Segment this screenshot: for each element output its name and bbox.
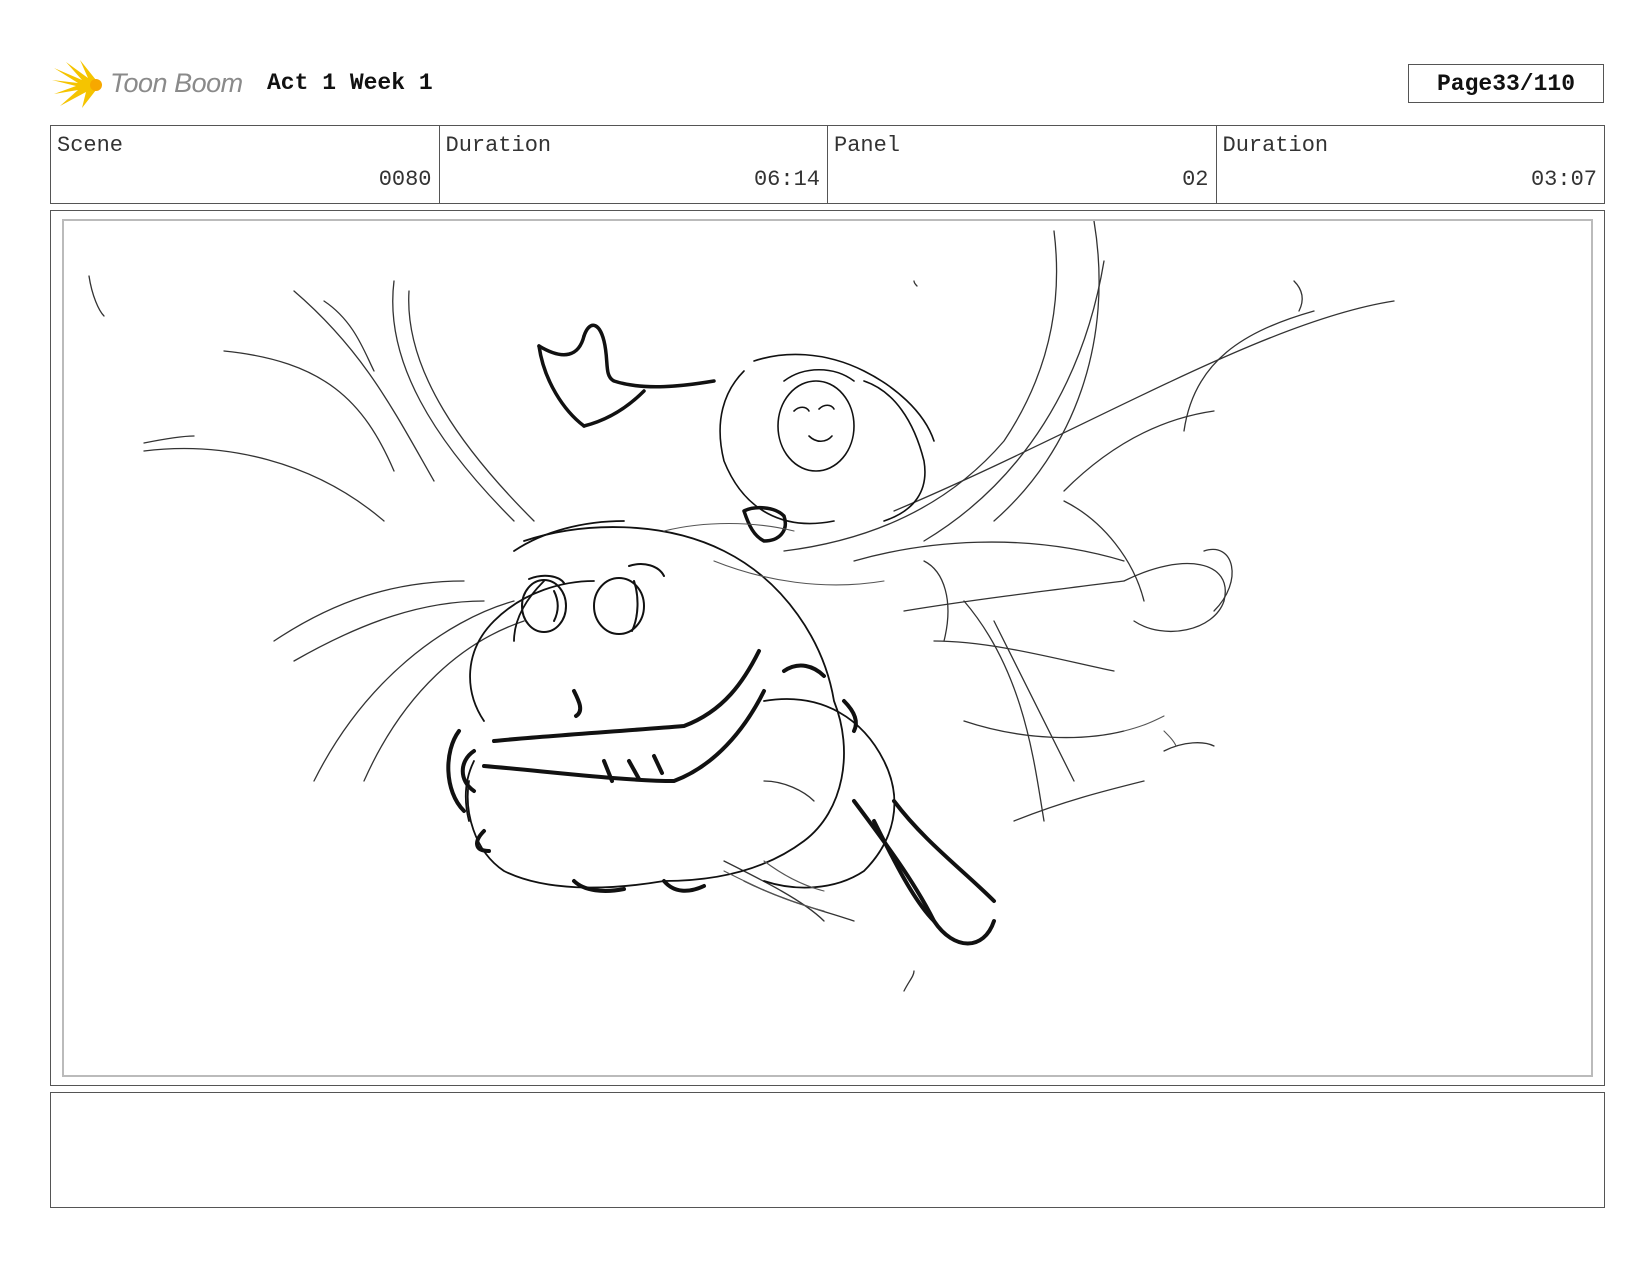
panel-notes bbox=[50, 1092, 1605, 1208]
dragon-rider-sketch bbox=[88, 221, 1395, 992]
burst-icon bbox=[52, 60, 102, 108]
page-number: 33/110 bbox=[1492, 70, 1576, 97]
panel-duration-label: Duration bbox=[1222, 133, 1329, 158]
project-title: Act 1 Week 1 bbox=[267, 70, 433, 96]
panel-image-area bbox=[62, 219, 1593, 1077]
page-indicator: Page 33/110 bbox=[1408, 64, 1604, 103]
scene-duration-label: Duration bbox=[445, 133, 552, 158]
scene-duration-value: 06:14 bbox=[753, 167, 820, 192]
storyboard-panel bbox=[50, 210, 1605, 1086]
scene-value: 0080 bbox=[378, 167, 432, 192]
page-label: Page bbox=[1436, 70, 1493, 97]
info-row: Scene 0080 Duration 06:14 Panel 02 Durat… bbox=[50, 125, 1605, 204]
panel-duration-value: 03:07 bbox=[1530, 167, 1597, 192]
scene-cell: Scene 0080 bbox=[51, 126, 440, 203]
toon-boom-logo: Toon Boom bbox=[52, 58, 252, 112]
panel-value: 02 bbox=[1182, 167, 1209, 192]
panel-label: Panel bbox=[834, 133, 901, 158]
panel-duration-cell: Duration 03:07 bbox=[1217, 126, 1605, 203]
logo-text: Toon Boom bbox=[110, 68, 243, 98]
panel-cell: Panel 02 bbox=[828, 126, 1217, 203]
scene-label: Scene bbox=[57, 133, 124, 158]
scene-duration-cell: Duration 06:14 bbox=[440, 126, 828, 203]
